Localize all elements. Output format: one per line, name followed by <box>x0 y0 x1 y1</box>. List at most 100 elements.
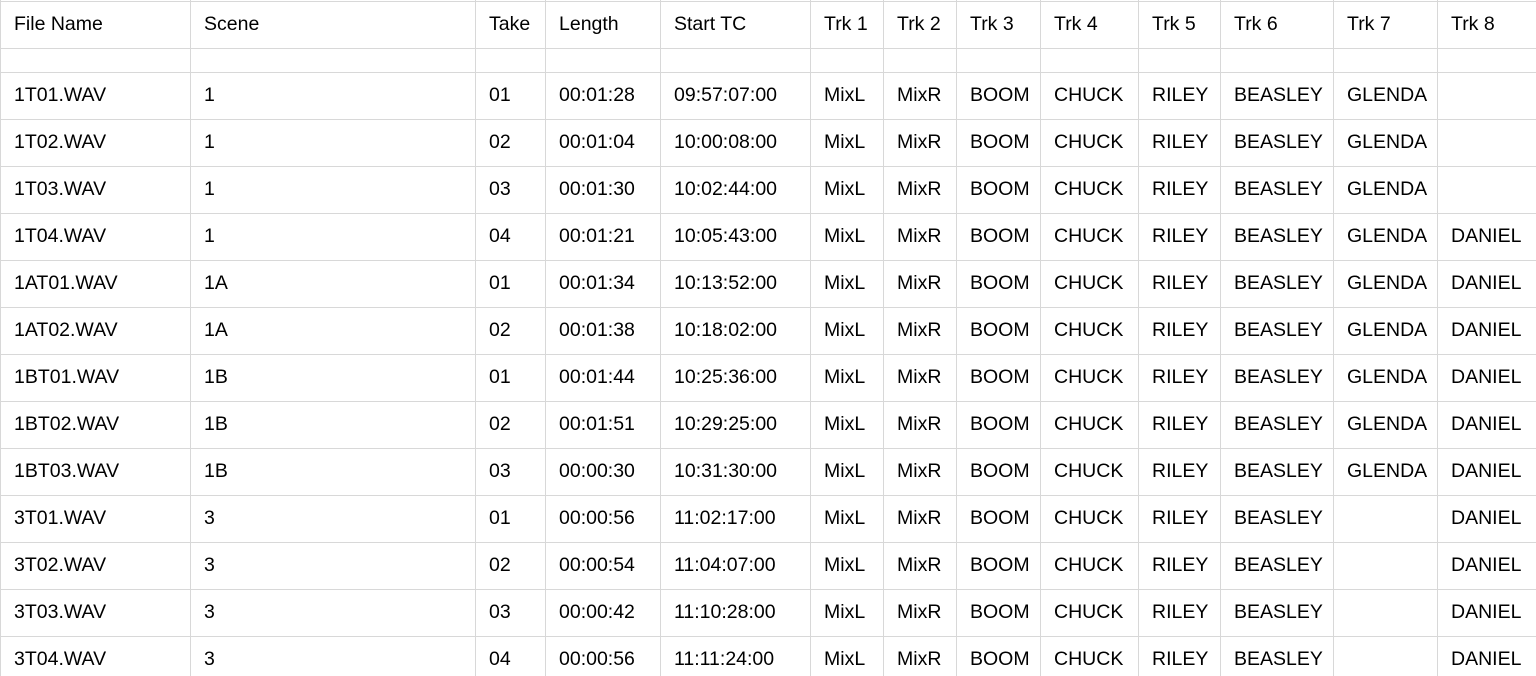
cell-file_name[interactable]: 1T04.WAV <box>0 213 191 261</box>
cell-trk3[interactable]: BOOM <box>956 589 1041 637</box>
cell-take[interactable]: 03 <box>475 448 546 496</box>
cell-trk1[interactable]: MixL <box>810 260 884 308</box>
cell-start_tc[interactable]: 10:31:30:00 <box>660 448 811 496</box>
cell-trk1[interactable]: MixL <box>810 213 884 261</box>
cell-trk2[interactable]: MixR <box>883 495 957 543</box>
cell-trk1[interactable]: MixL <box>810 448 884 496</box>
cell-file_name[interactable]: 3T02.WAV <box>0 542 191 590</box>
cell-trk6[interactable]: BEASLEY <box>1220 354 1334 402</box>
cell-file_name[interactable]: 1AT02.WAV <box>0 307 191 355</box>
cell-trk7[interactable]: GLENDA <box>1333 307 1438 355</box>
cell-trk7[interactable]: GLENDA <box>1333 448 1438 496</box>
cell-file_name[interactable]: 3T03.WAV <box>0 589 191 637</box>
cell-file_name[interactable]: 1BT03.WAV <box>0 448 191 496</box>
column-header-take[interactable]: Take <box>475 1 546 49</box>
cell-take[interactable]: 01 <box>475 72 546 120</box>
cell-trk3[interactable]: BOOM <box>956 542 1041 590</box>
cell-trk6[interactable]: BEASLEY <box>1220 72 1334 120</box>
cell-start_tc[interactable]: 10:25:36:00 <box>660 354 811 402</box>
cell-scene[interactable]: 1B <box>190 448 476 496</box>
cell-trk3[interactable]: BOOM <box>956 166 1041 214</box>
column-header-length[interactable]: Length <box>545 1 661 49</box>
cell-trk8[interactable]: DANIEL <box>1437 448 1536 496</box>
cell-trk8[interactable]: DANIEL <box>1437 307 1536 355</box>
cell-trk3[interactable]: BOOM <box>956 72 1041 120</box>
cell-length[interactable]: 00:00:54 <box>545 542 661 590</box>
cell-length[interactable]: 00:01:51 <box>545 401 661 449</box>
cell-trk8[interactable]: DANIEL <box>1437 260 1536 308</box>
cell-trk2[interactable]: MixR <box>883 448 957 496</box>
cell-start_tc[interactable]: 09:57:07:00 <box>660 72 811 120</box>
cell-scene[interactable]: 3 <box>190 495 476 543</box>
cell-trk2[interactable]: MixR <box>883 119 957 167</box>
cell-trk8[interactable] <box>1437 119 1536 167</box>
cell-trk5[interactable]: RILEY <box>1138 542 1221 590</box>
cell-scene[interactable]: 1 <box>190 72 476 120</box>
cell-trk8[interactable]: DANIEL <box>1437 401 1536 449</box>
cell-start_tc[interactable]: 10:02:44:00 <box>660 166 811 214</box>
cell-trk6[interactable]: BEASLEY <box>1220 589 1334 637</box>
cell-trk8[interactable]: DANIEL <box>1437 589 1536 637</box>
cell-trk4[interactable]: CHUCK <box>1040 260 1139 308</box>
cell-scene[interactable]: 1 <box>190 119 476 167</box>
cell-start_tc[interactable]: 11:11:24:00 <box>660 636 811 676</box>
cell-trk3[interactable]: BOOM <box>956 354 1041 402</box>
cell-take[interactable]: 03 <box>475 166 546 214</box>
cell-trk4[interactable]: CHUCK <box>1040 401 1139 449</box>
table-row[interactable]: 3T02.WAV 3 02 00:00:54 11:04:07:00 MixL MixR BO… <box>0 542 1536 590</box>
cell-trk4[interactable]: CHUCK <box>1040 448 1139 496</box>
cell-trk7[interactable] <box>1333 495 1438 543</box>
cell-trk5[interactable]: RILEY <box>1138 72 1221 120</box>
cell-trk5[interactable]: RILEY <box>1138 260 1221 308</box>
cell-length[interactable]: 00:01:21 <box>545 213 661 261</box>
table-row[interactable]: 1BT01.WAV 1B 01 00:01:44 10:25:36:00 MixL MixR… <box>0 354 1536 402</box>
cell-trk3[interactable]: BOOM <box>956 495 1041 543</box>
cell-scene[interactable]: 1 <box>190 166 476 214</box>
cell-start_tc[interactable]: 11:04:07:00 <box>660 542 811 590</box>
cell-take[interactable]: 02 <box>475 401 546 449</box>
cell-start_tc[interactable]: 11:02:17:00 <box>660 495 811 543</box>
cell-trk3[interactable]: BOOM <box>956 448 1041 496</box>
cell-start_tc[interactable]: 10:00:08:00 <box>660 119 811 167</box>
cell-trk7[interactable]: GLENDA <box>1333 260 1438 308</box>
cell-trk1[interactable]: MixL <box>810 166 884 214</box>
cell-trk6[interactable]: BEASLEY <box>1220 495 1334 543</box>
cell-take[interactable]: 03 <box>475 589 546 637</box>
cell-trk4[interactable]: CHUCK <box>1040 542 1139 590</box>
cell-trk5[interactable]: RILEY <box>1138 589 1221 637</box>
table-row[interactable]: 1T02.WAV 1 02 00:01:04 10:00:08:00 MixL MixR BO… <box>0 119 1536 167</box>
column-header-scene[interactable]: Scene <box>190 1 476 49</box>
cell-trk8[interactable]: DANIEL <box>1437 636 1536 676</box>
cell-length[interactable]: 00:01:04 <box>545 119 661 167</box>
cell-trk2[interactable]: MixR <box>883 72 957 120</box>
cell-start_tc[interactable]: 10:29:25:00 <box>660 401 811 449</box>
cell-trk1[interactable]: MixL <box>810 495 884 543</box>
cell-scene[interactable]: 3 <box>190 589 476 637</box>
cell-trk7[interactable]: GLENDA <box>1333 166 1438 214</box>
cell-trk1[interactable]: MixL <box>810 542 884 590</box>
cell-trk4[interactable]: CHUCK <box>1040 166 1139 214</box>
cell-length[interactable]: 00:01:38 <box>545 307 661 355</box>
cell-trk8[interactable]: DANIEL <box>1437 213 1536 261</box>
cell-trk5[interactable]: RILEY <box>1138 166 1221 214</box>
cell-start_tc[interactable]: 10:13:52:00 <box>660 260 811 308</box>
cell-scene[interactable]: 1A <box>190 307 476 355</box>
cell-trk2[interactable]: MixR <box>883 354 957 402</box>
table-row[interactable]: 1AT01.WAV 1A 01 00:01:34 10:13:52:00 MixL MixR… <box>0 260 1536 308</box>
cell-trk7[interactable] <box>1333 542 1438 590</box>
cell-scene[interactable]: 3 <box>190 542 476 590</box>
cell-trk2[interactable]: MixR <box>883 636 957 676</box>
column-header-trk1[interactable]: Trk 1 <box>810 1 884 49</box>
cell-file_name[interactable]: 1BT01.WAV <box>0 354 191 402</box>
cell-length[interactable]: 00:00:42 <box>545 589 661 637</box>
column-header-trk3[interactable]: Trk 3 <box>956 1 1041 49</box>
cell-trk6[interactable]: BEASLEY <box>1220 401 1334 449</box>
table-row[interactable]: 3T04.WAV 3 04 00:00:56 11:11:24:00 MixL MixR BO… <box>0 636 1536 676</box>
cell-start_tc[interactable]: 11:10:28:00 <box>660 589 811 637</box>
cell-trk2[interactable]: MixR <box>883 166 957 214</box>
cell-trk4[interactable]: CHUCK <box>1040 72 1139 120</box>
cell-trk5[interactable]: RILEY <box>1138 401 1221 449</box>
cell-trk6[interactable]: BEASLEY <box>1220 213 1334 261</box>
cell-trk2[interactable]: MixR <box>883 589 957 637</box>
cell-trk4[interactable]: CHUCK <box>1040 636 1139 676</box>
